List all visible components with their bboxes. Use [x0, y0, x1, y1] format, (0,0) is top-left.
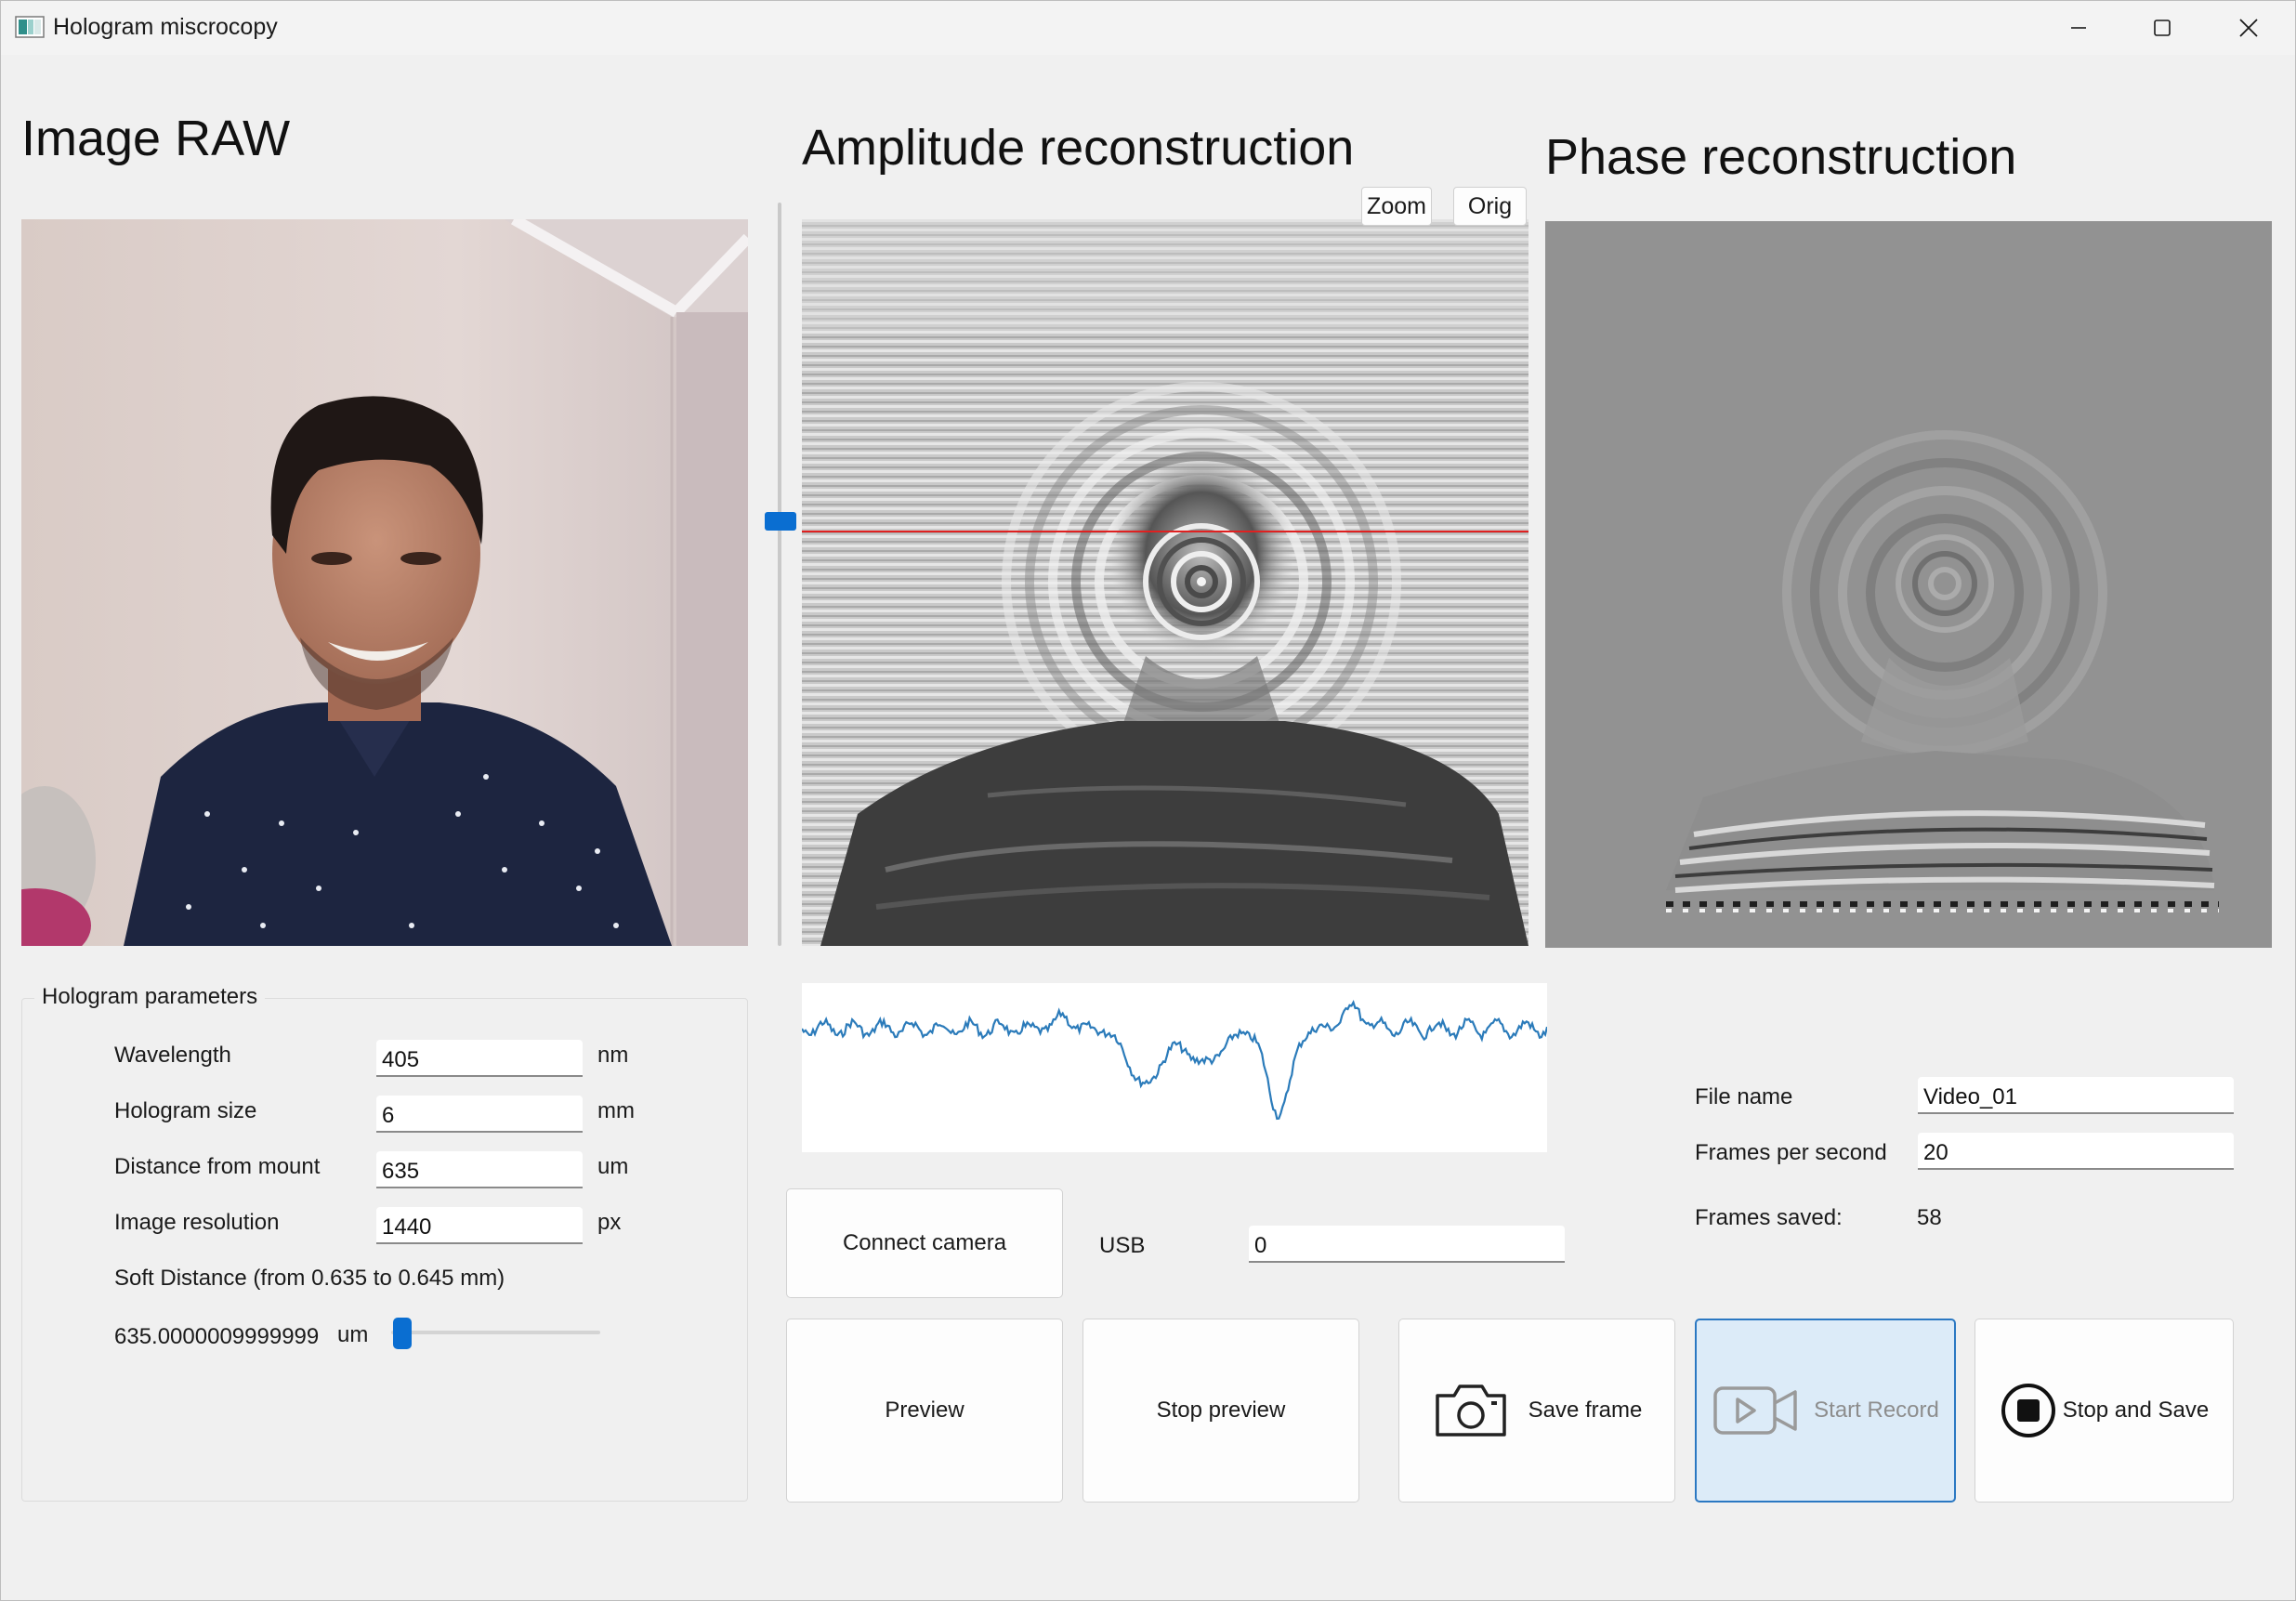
orig-button[interactable]: Orig — [1453, 187, 1527, 226]
line-selector-thumb[interactable] — [765, 512, 796, 531]
usb-label: USB — [1099, 1233, 1146, 1258]
stop-icon — [2000, 1382, 2057, 1439]
image-resolution-input[interactable] — [376, 1207, 583, 1244]
stop-and-save-button[interactable]: Stop and Save — [1975, 1319, 2234, 1503]
soft-distance-unit: um — [337, 1322, 369, 1347]
title-bar[interactable]: Hologram miscrocopy — [1, 1, 2295, 55]
wavelength-unit: nm — [597, 1043, 629, 1068]
raw-camera-image — [21, 219, 748, 946]
frames-per-second-input[interactable] — [1918, 1133, 2234, 1170]
maximize-button[interactable] — [2119, 1, 2205, 55]
soft-distance-label: Soft Distance (from 0.635 to 0.645 mm) — [114, 1266, 505, 1291]
phase-image — [1545, 221, 2272, 948]
image-resolution-label: Image resolution — [114, 1210, 280, 1235]
close-icon — [2239, 19, 2258, 37]
start-record-button[interactable]: Start Record — [1695, 1319, 1956, 1503]
maximize-icon — [2154, 20, 2171, 36]
app-window: Hologram miscrocopy Image RAW Amplitude … — [0, 0, 2296, 1601]
stop-and-save-label: Stop and Save — [2062, 1398, 2210, 1423]
hologram-size-unit: mm — [597, 1098, 635, 1123]
camera-icon — [1432, 1381, 1510, 1440]
distance-from-mount-unit: um — [597, 1154, 629, 1179]
hologram-parameters-title: Hologram parameters — [34, 984, 266, 1010]
minimize-icon — [2071, 27, 2086, 29]
phase-heading: Phase reconstruction — [1545, 129, 2017, 185]
wavelength-input[interactable] — [376, 1040, 583, 1077]
start-record-label: Start Record — [1814, 1398, 1939, 1423]
preview-button[interactable]: Preview — [786, 1319, 1063, 1503]
distance-from-mount-input[interactable] — [376, 1151, 583, 1188]
close-button[interactable] — [2206, 1, 2291, 55]
amplitude-heading: Amplitude reconstruction — [802, 120, 1355, 176]
window-title: Hologram miscrocopy — [53, 14, 278, 40]
soft-distance-slider-thumb[interactable] — [393, 1318, 412, 1349]
minimize-button[interactable] — [2036, 1, 2121, 55]
hologram-size-input[interactable] — [376, 1096, 583, 1133]
connect-camera-button[interactable]: Connect camera — [786, 1188, 1063, 1298]
save-frame-label: Save frame — [1528, 1398, 1643, 1423]
image-resolution-unit: px — [597, 1210, 622, 1235]
app-icon — [15, 16, 45, 38]
save-frame-button[interactable]: Save frame — [1398, 1319, 1675, 1503]
stop-preview-button[interactable]: Stop preview — [1082, 1319, 1359, 1503]
file-name-label: File name — [1695, 1084, 1793, 1109]
frames-per-second-label: Frames per second — [1695, 1140, 1887, 1165]
line-profile-plot — [801, 983, 1549, 1152]
usb-input[interactable] — [1249, 1226, 1565, 1263]
hologram-size-label: Hologram size — [114, 1098, 257, 1123]
raw-image-heading: Image RAW — [21, 111, 291, 166]
zoom-button[interactable]: Zoom — [1361, 187, 1432, 226]
line-selector-track[interactable] — [778, 203, 781, 946]
video-camera-icon — [1712, 1383, 1801, 1438]
frames-saved-label: Frames saved: — [1695, 1205, 1843, 1230]
file-name-input[interactable] — [1918, 1077, 2234, 1114]
line-profile-series — [801, 1000, 1549, 1121]
soft-distance-slider-track[interactable] — [391, 1331, 600, 1334]
amplitude-image — [802, 219, 1528, 946]
line-profile-chart — [801, 1000, 1549, 1121]
soft-distance-value: 635.0000009999999 — [114, 1324, 320, 1349]
wavelength-label: Wavelength — [114, 1043, 231, 1068]
distance-from-mount-label: Distance from mount — [114, 1154, 321, 1179]
frames-saved-value: 58 — [1917, 1205, 1942, 1230]
